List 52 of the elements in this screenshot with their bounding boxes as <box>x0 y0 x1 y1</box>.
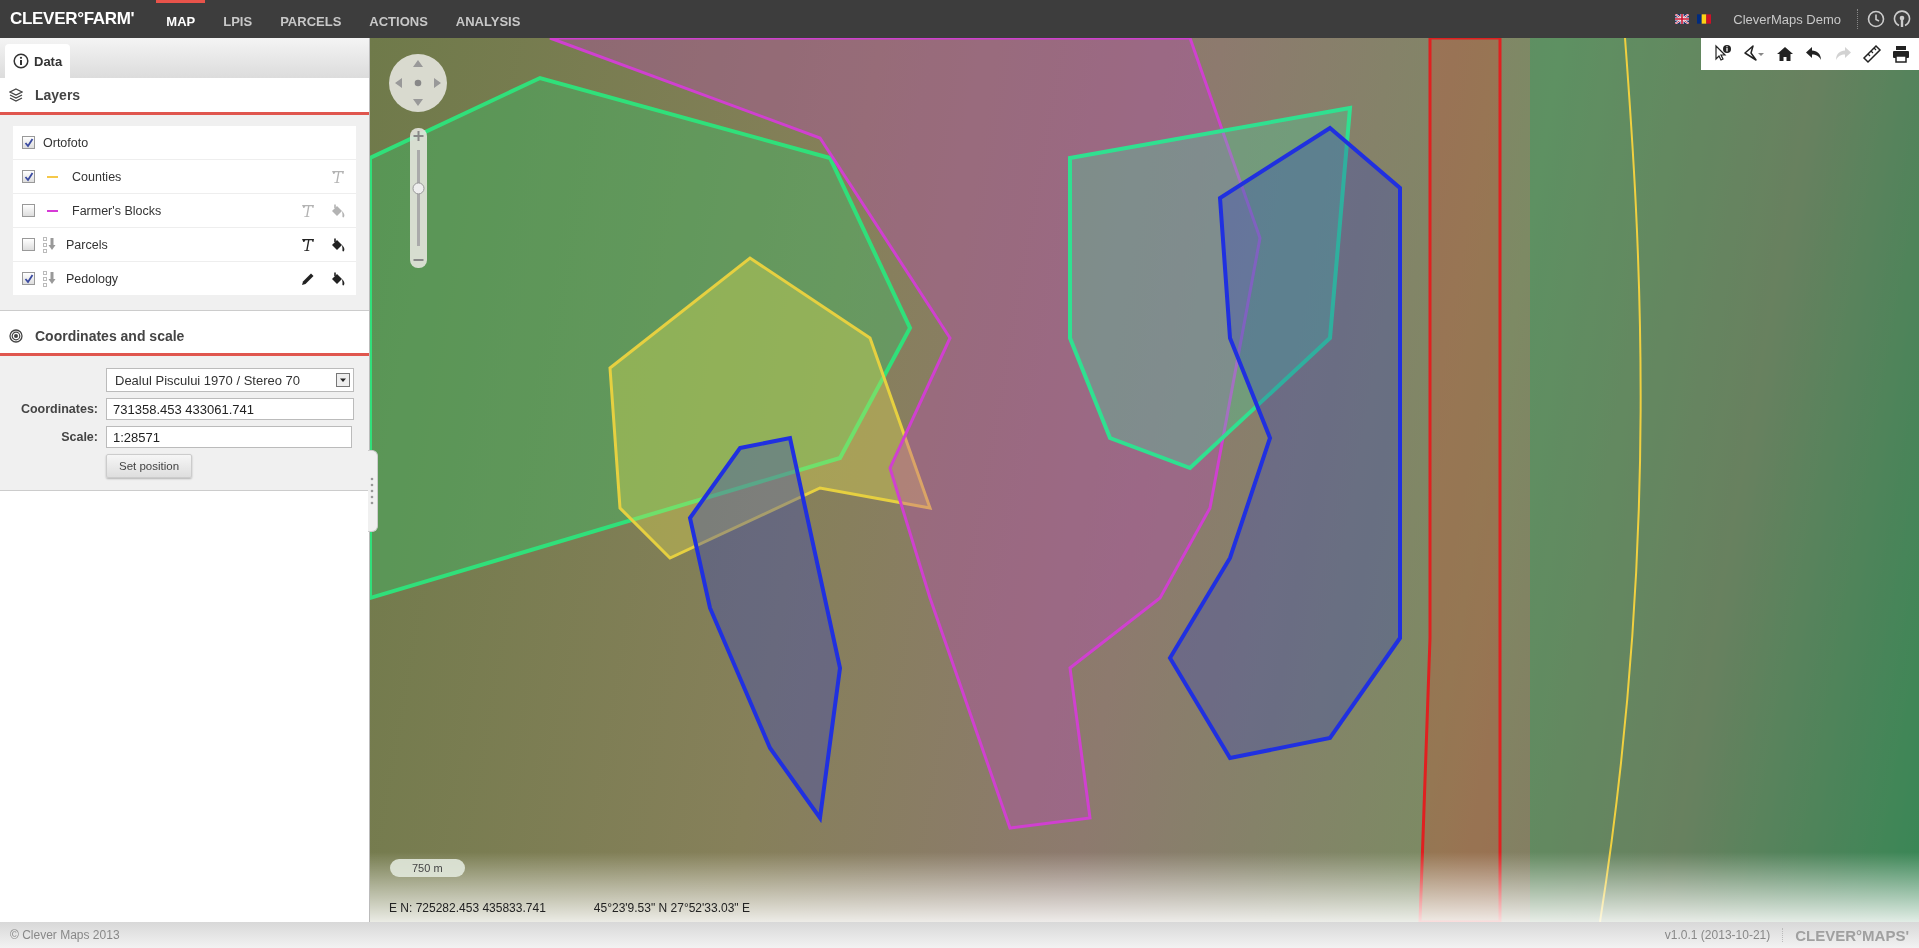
layer-checkbox[interactable] <box>22 204 35 217</box>
footer-logo: CLEVER°MAPS' <box>1795 926 1909 944</box>
target-icon <box>9 329 23 343</box>
field-label: Coordinates: <box>19 402 98 416</box>
scale-field[interactable]: 1:28571 <box>106 426 352 448</box>
uk-flag-icon[interactable] <box>1675 14 1690 24</box>
layer-name: Pedology <box>66 271 120 286</box>
scale-bar: 750 m <box>390 859 465 877</box>
nav-tab[interactable]: MAP <box>152 0 210 38</box>
panel-tab[interactable]: Data <box>5 44 71 78</box>
coordinates-field[interactable]: 731358.453 433061.741 <box>106 398 354 420</box>
paint-bucket-icon[interactable] <box>330 236 346 253</box>
section-title: Layers <box>35 87 81 103</box>
clock-icon[interactable] <box>1867 10 1885 28</box>
layer-checkbox[interactable] <box>22 238 35 251</box>
nav-tab[interactable]: LPIS <box>209 0 267 38</box>
version-text: v1.0.1 (2013-10-21) <box>1664 928 1784 942</box>
zoom-slider-thumb[interactable] <box>412 182 425 195</box>
layer-checkbox[interactable] <box>22 136 35 149</box>
paint-bucket-icon[interactable] <box>330 270 346 287</box>
dropdown-caret-icon <box>336 373 350 387</box>
field-label: Scale: <box>60 430 98 444</box>
layer-name: Farmer's Blocks <box>72 203 163 218</box>
nav-tab[interactable]: PARCELS <box>266 0 356 38</box>
layer-checkbox[interactable] <box>22 272 35 285</box>
sublayer-toggle-icon[interactable] <box>43 270 58 287</box>
layer-name: Counties <box>72 169 123 184</box>
section-title: Coordinates and scale <box>35 328 185 344</box>
print-icon[interactable] <box>1891 44 1911 64</box>
pan-control[interactable] <box>389 54 447 112</box>
layers-icon <box>9 88 23 102</box>
nav-tab[interactable]: ACTIONS <box>355 0 442 38</box>
home-icon[interactable] <box>1775 44 1795 64</box>
geographic-coordinates: 45°23'9.53" N 27°52'33.03" E <box>593 901 750 915</box>
ruler-icon[interactable] <box>1862 44 1882 64</box>
projected-coordinates: E N: 725282.453 435833.741 <box>389 901 546 915</box>
layer-name: Ortofoto <box>43 135 90 150</box>
coordinate-system-dropdown[interactable]: Dealul Piscului 1970 / Stereo 70 <box>106 368 354 392</box>
info-icon <box>13 53 29 69</box>
copyright-text: © Clever Maps 2013 <box>10 928 120 942</box>
set-position-button[interactable]: Set position <box>106 454 193 478</box>
nav-tab[interactable]: ANALYSIS <box>441 0 535 38</box>
romania-flag-icon[interactable] <box>1697 14 1712 24</box>
zoom-slider[interactable] <box>410 128 427 268</box>
panel-collapse-handle[interactable] <box>368 450 378 532</box>
layer-checkbox[interactable] <box>22 170 35 183</box>
sublayer-toggle-icon[interactable] <box>43 236 58 253</box>
layer-name: Parcels <box>66 237 109 252</box>
app-logo: CLEVER°FARM' <box>10 9 135 29</box>
text-label-icon[interactable] <box>300 236 316 253</box>
polygon-select-icon[interactable] <box>1742 44 1766 64</box>
user-name[interactable]: CleverMaps Demo <box>1733 11 1841 27</box>
